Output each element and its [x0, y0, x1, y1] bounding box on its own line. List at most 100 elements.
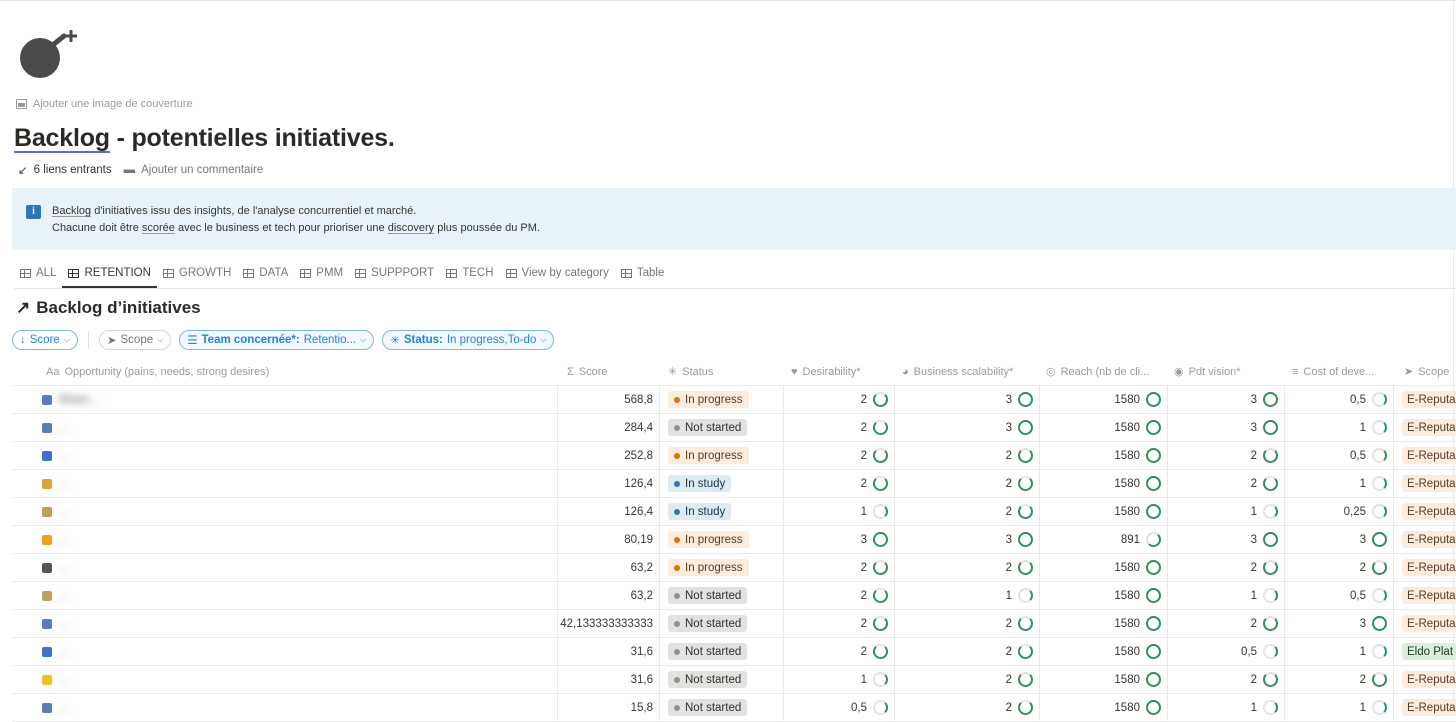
cell-status[interactable]: Not started	[660, 694, 784, 721]
backlinks-button[interactable]: ↙ 6 liens entrants	[18, 163, 112, 177]
cell-pdt-vision[interactable]: 3	[1168, 526, 1285, 553]
table-row[interactable]: ... 126,4 In study 1 2 1580 1 0,25 E-Reputa	[12, 498, 1456, 526]
cell-cost[interactable]: 2	[1285, 554, 1394, 581]
cell-cost[interactable]: 1	[1285, 694, 1394, 721]
table-row[interactable]: ... 63,2 In progress 2 2 1580 2 2 E-Reputa	[12, 554, 1456, 582]
cell-business-scalability[interactable]: 3	[895, 526, 1040, 553]
col-score[interactable]: Σ Score	[567, 358, 659, 385]
cell-desirability[interactable]: 1	[784, 498, 895, 525]
cell-opportunity[interactable]: ...	[12, 582, 558, 609]
cell-scope[interactable]: Eldo Plat	[1394, 638, 1456, 665]
cell-business-scalability[interactable]: 2	[895, 470, 1040, 497]
tab-table[interactable]: Table	[615, 260, 671, 286]
cell-cost[interactable]: 0,5	[1285, 442, 1394, 469]
col-status[interactable]: ✳ Status	[668, 358, 786, 385]
cell-pdt-vision[interactable]: 2	[1168, 554, 1285, 581]
table-row[interactable]: Share... 568,8 In progress 2 3 1580 3 0,5 E-Repu…	[12, 386, 1456, 414]
cell-status[interactable]: In progress	[660, 442, 784, 469]
table-row[interactable]: ... 80,19 In progress 3 3 891 3 3 E-Reputa	[12, 526, 1456, 554]
cell-pdt-vision[interactable]: 2	[1168, 610, 1285, 637]
callout-discovery-link[interactable]: discovery	[388, 222, 434, 234]
cell-cost[interactable]: 1	[1285, 414, 1394, 441]
cell-pdt-vision[interactable]: 1	[1168, 498, 1285, 525]
table-row[interactable]: ... 252,8 In progress 2 2 1580 2 0,5 E-Reputa	[12, 442, 1456, 470]
bomb-icon[interactable]	[16, 28, 82, 80]
cell-reach[interactable]: 1580	[1040, 694, 1168, 721]
sort-score-chip[interactable]: ↓ Score ⌵	[12, 330, 78, 350]
cell-opportunity[interactable]: ...	[12, 666, 558, 693]
cell-pdt-vision[interactable]: 2	[1168, 666, 1285, 693]
cell-opportunity[interactable]: ...	[12, 554, 558, 581]
cell-business-scalability[interactable]: 3	[895, 386, 1040, 413]
cell-desirability[interactable]: 2	[784, 386, 895, 413]
cell-pdt-vision[interactable]: 2	[1168, 442, 1285, 469]
tab-data[interactable]: DATA	[237, 260, 294, 286]
cell-desirability[interactable]: 3	[784, 526, 895, 553]
scope-filter-chip[interactable]: ➤ Scope ⌵	[98, 330, 172, 350]
status-filter-chip[interactable]: ✳ Status: In progress,To-do ⌵	[382, 330, 555, 350]
cell-scope[interactable]: E-Reputa	[1394, 498, 1456, 525]
tab-view-by-category[interactable]: View by category	[500, 260, 615, 286]
cell-business-scalability[interactable]: 3	[895, 414, 1040, 441]
tab-tech[interactable]: TECH	[440, 260, 499, 286]
cell-cost[interactable]: 1	[1285, 638, 1394, 665]
cell-cost[interactable]: 3	[1285, 610, 1394, 637]
cell-opportunity[interactable]: ...	[12, 610, 558, 637]
cell-scope[interactable]: E-Reputa	[1394, 470, 1456, 497]
table-row[interactable]: ... 126,4 In study 2 2 1580 2 1 E-Reputa	[12, 470, 1456, 498]
cell-cost[interactable]: 0,5	[1285, 582, 1394, 609]
cell-opportunity[interactable]: ...	[12, 442, 558, 469]
cell-desirability[interactable]: 0,5	[784, 694, 895, 721]
cell-status[interactable]: In progress	[660, 386, 784, 413]
table-row[interactable]: ... 31,6 Not started 1 2 1580 2 2 E-Reputa	[12, 666, 1456, 694]
cell-reach[interactable]: 891	[1040, 526, 1168, 553]
callout-scoree-link[interactable]: scorée	[142, 222, 175, 234]
cell-cost[interactable]: 1	[1285, 470, 1394, 497]
cell-business-scalability[interactable]: 2	[895, 498, 1040, 525]
cell-status[interactable]: In study	[660, 498, 784, 525]
database-title[interactable]: ↗ Backlog d’initiatives	[16, 298, 201, 318]
cell-scope[interactable]: E-Reputa	[1394, 666, 1456, 693]
cell-desirability[interactable]: 2	[784, 582, 895, 609]
cell-cost[interactable]: 0,25	[1285, 498, 1394, 525]
col-opportunity[interactable]: Aa Opportunity (pains, needs, strong desi…	[46, 358, 556, 385]
cell-desirability[interactable]: 2	[784, 470, 895, 497]
cell-business-scalability[interactable]: 2	[895, 442, 1040, 469]
cell-desirability[interactable]: 2	[784, 610, 895, 637]
cell-desirability[interactable]: 2	[784, 638, 895, 665]
table-row[interactable]: ... 63,2 Not started 2 1 1580 1 0,5 E-Reputa	[12, 582, 1456, 610]
cell-reach[interactable]: 1580	[1040, 638, 1168, 665]
cell-scope[interactable]: E-Reputa	[1394, 694, 1456, 721]
add-cover-link[interactable]: Ajouter une image de couverture	[16, 98, 193, 110]
cell-scope[interactable]: E-Reputa	[1394, 414, 1456, 441]
col-cost[interactable]: ≡ Cost of deve...	[1292, 358, 1396, 385]
cell-desirability[interactable]: 2	[784, 442, 895, 469]
col-reach[interactable]: ◎ Reach (nb de cli...	[1046, 358, 1168, 385]
col-business-scalability[interactable]: ◕ Business scalability*	[902, 358, 1040, 385]
cell-business-scalability[interactable]: 1	[895, 582, 1040, 609]
cell-status[interactable]: In progress	[660, 554, 784, 581]
cell-pdt-vision[interactable]: 0,5	[1168, 638, 1285, 665]
cell-desirability[interactable]: 2	[784, 414, 895, 441]
cell-scope[interactable]: E-Reputa	[1394, 526, 1456, 553]
cell-reach[interactable]: 1580	[1040, 498, 1168, 525]
cell-opportunity[interactable]: ...	[12, 638, 558, 665]
cell-desirability[interactable]: 2	[784, 554, 895, 581]
tab-support[interactable]: SUPPPORT	[349, 260, 440, 286]
cell-pdt-vision[interactable]: 3	[1168, 386, 1285, 413]
cell-scope[interactable]: E-Reputa	[1394, 442, 1456, 469]
cell-scope[interactable]: E-Reputa	[1394, 386, 1456, 413]
team-filter-chip[interactable]: ☰ Team concernée*: Retentio... ⌵	[179, 330, 375, 350]
cell-status[interactable]: Not started	[660, 414, 784, 441]
page-title[interactable]: Backlog - potentielles initiatives.	[14, 124, 395, 153]
cell-scope[interactable]: E-Reputa	[1394, 610, 1456, 637]
add-comment-button[interactable]: ▬ Ajouter un commentaire	[124, 163, 264, 177]
callout-backlog-link[interactable]: Backlog	[52, 205, 91, 217]
cell-reach[interactable]: 1580	[1040, 442, 1168, 469]
cell-pdt-vision[interactable]: 3	[1168, 414, 1285, 441]
cell-reach[interactable]: 1580	[1040, 470, 1168, 497]
tab-pmm[interactable]: PMM	[294, 260, 349, 286]
cell-status[interactable]: In study	[660, 470, 784, 497]
cell-scope[interactable]: E-Reputa	[1394, 582, 1456, 609]
cell-status[interactable]: Not started	[660, 666, 784, 693]
